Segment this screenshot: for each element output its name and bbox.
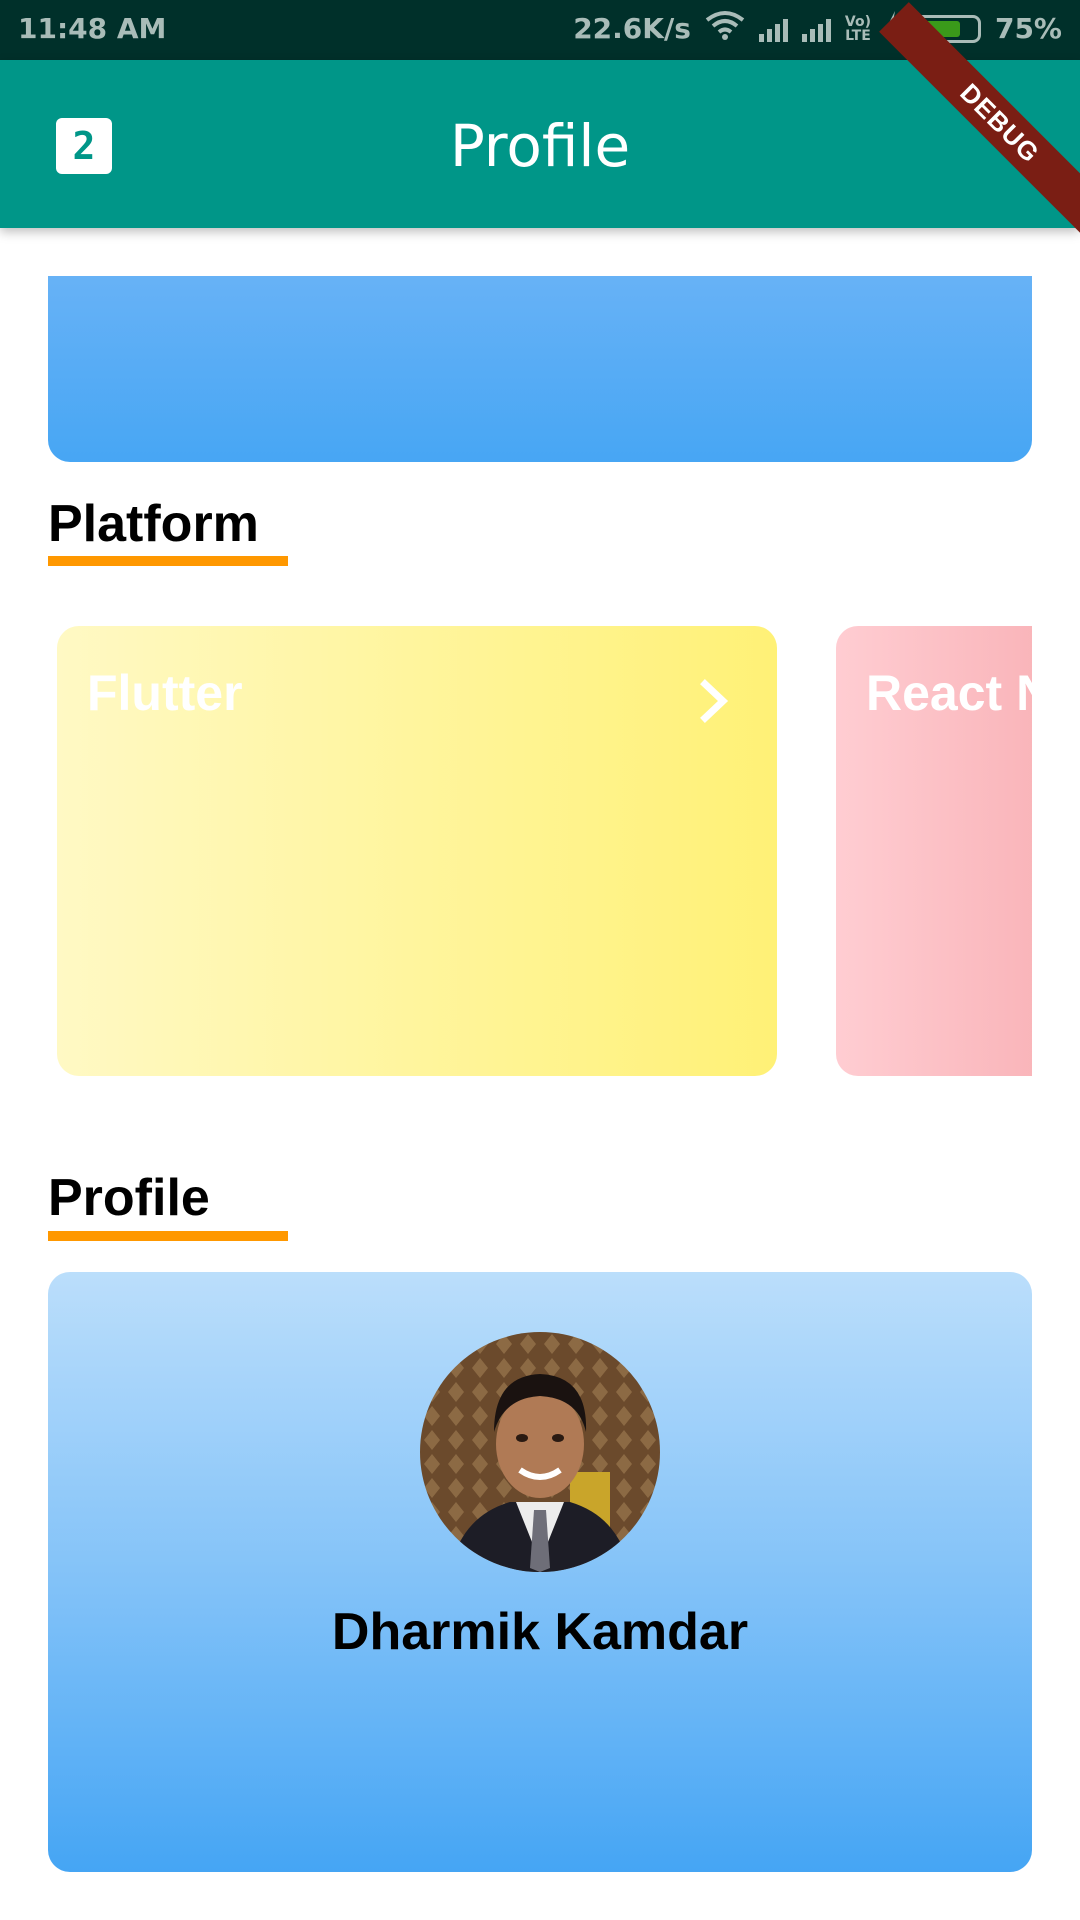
network-speed: 22.6K/s	[573, 12, 691, 45]
platform-card-label: React N	[866, 665, 1032, 721]
section-underline-platform	[48, 556, 288, 566]
section-title-profile: Profile	[48, 1169, 210, 1227]
page-title: Profile	[449, 112, 631, 180]
platform-carousel[interactable]: Flutter React N	[0, 626, 1032, 1078]
status-icons: 22.6K/s Vo) LTE 75%	[573, 10, 1062, 47]
volte-label-bottom: LTE	[845, 27, 871, 44]
platform-card-react-native[interactable]: React N	[836, 626, 1032, 1076]
chevron-right-icon	[689, 676, 739, 726]
section-title-platform: Platform	[48, 495, 259, 553]
status-time: 11:48 AM	[18, 12, 167, 45]
app-bar: 2 Profile DEBUG	[0, 2, 1080, 244]
volte-label-top: Vo)	[844, 13, 871, 30]
profile-name: Dharmik Kamdar	[331, 1603, 749, 1661]
wifi-icon	[705, 10, 745, 47]
signal-icon	[801, 16, 831, 42]
platform-card-label: Flutter	[87, 665, 243, 721]
avatar[interactable]	[420, 1332, 660, 1572]
signal-icon	[758, 16, 788, 42]
battery-percent: 75%	[994, 12, 1062, 45]
platform-card-flutter[interactable]: Flutter	[57, 626, 777, 1076]
banner-card[interactable]	[48, 276, 1032, 462]
volte-icon: Vo) LTE	[845, 15, 871, 43]
section-underline-profile	[48, 1231, 288, 1241]
profile-card[interactable]: Dharmik Kamdar	[48, 1272, 1032, 1872]
